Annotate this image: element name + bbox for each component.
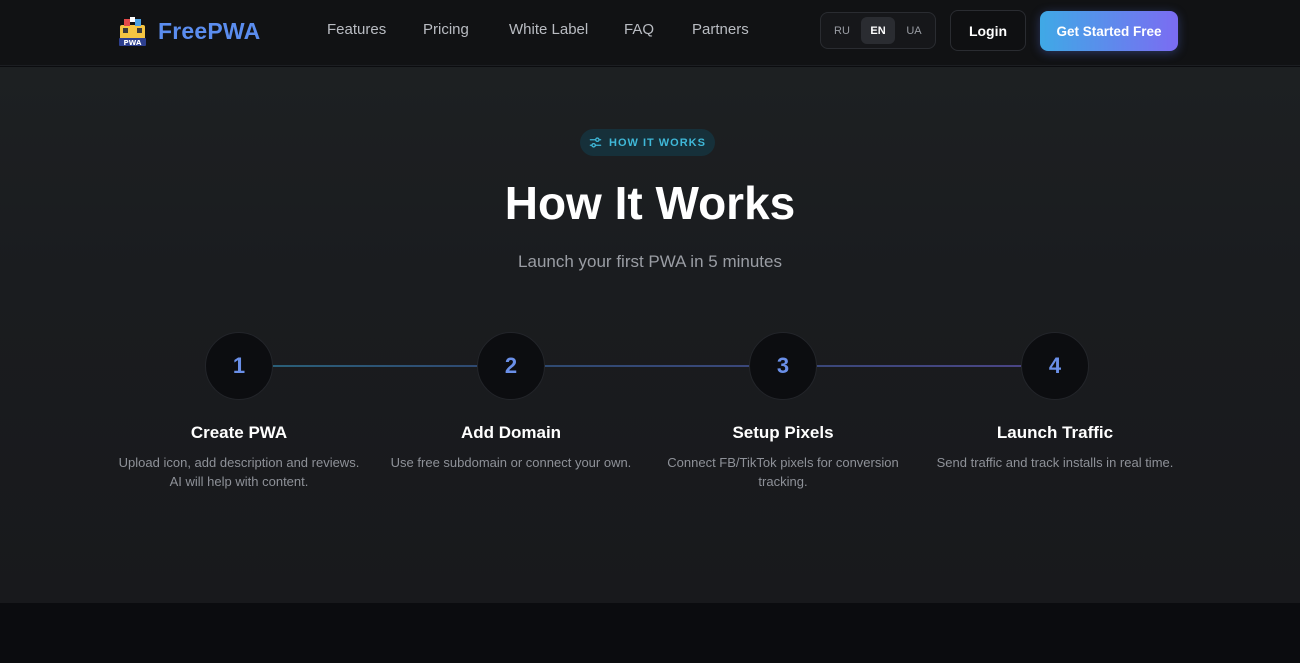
step-description-4: Send traffic and track installs in real …	[936, 455, 1174, 470]
sliders-icon	[589, 137, 602, 148]
logo[interactable]: PWA FreePWA	[117, 15, 260, 47]
step-number-4: 4	[1021, 332, 1089, 400]
step-connector-line	[272, 365, 478, 367]
nav-link-pricing[interactable]: Pricing	[423, 21, 469, 38]
logo-text: FreePWA	[158, 17, 261, 44]
section-badge: HOW IT WORKS	[580, 129, 715, 156]
nav-link-partners[interactable]: Partners	[692, 21, 749, 38]
step-connector-line	[544, 365, 750, 367]
section-subtitle: Launch your first PWA in 5 minutes	[518, 252, 782, 271]
step-number-3: 3	[749, 332, 817, 400]
step-description-3: Connect FB/TikTok pixels for conversion …	[667, 455, 899, 489]
step-description-2: Use free subdomain or connect your own.	[390, 455, 632, 470]
badge-label: HOW IT WORKS	[609, 136, 706, 149]
get-started-button[interactable]: Get Started Free	[1040, 11, 1178, 51]
login-button[interactable]: Login	[950, 10, 1026, 51]
step-number-1: 1	[205, 332, 273, 400]
step-title-4: Launch Traffic	[996, 423, 1114, 442]
svg-text:PWA: PWA	[124, 39, 143, 47]
lang-option-en[interactable]: EN	[861, 17, 895, 44]
lang-option-ru[interactable]: RU	[825, 17, 859, 44]
lang-option-ua[interactable]: UA	[897, 17, 931, 44]
step-title-2: Add Domain	[460, 423, 562, 442]
step-connector-line	[816, 365, 1022, 367]
nav-link-white-label[interactable]: White Label	[509, 21, 588, 38]
top-navbar: PWA FreePWA Features Pricing White Label…	[0, 0, 1300, 66]
nav-link-features[interactable]: Features	[327, 21, 386, 38]
pwa-logo-icon: PWA	[119, 16, 146, 47]
language-switcher: RU EN UA	[820, 12, 936, 49]
nav-link-faq[interactable]: FAQ	[624, 21, 654, 38]
step-title-3: Setup Pixels	[732, 423, 834, 442]
step-number-2: 2	[477, 332, 545, 400]
step-description-1: Upload icon, add description and reviews…	[118, 455, 360, 489]
step-title-1: Create PWA	[190, 423, 288, 442]
next-section	[0, 603, 1300, 663]
section-title: How It Works	[504, 177, 796, 229]
